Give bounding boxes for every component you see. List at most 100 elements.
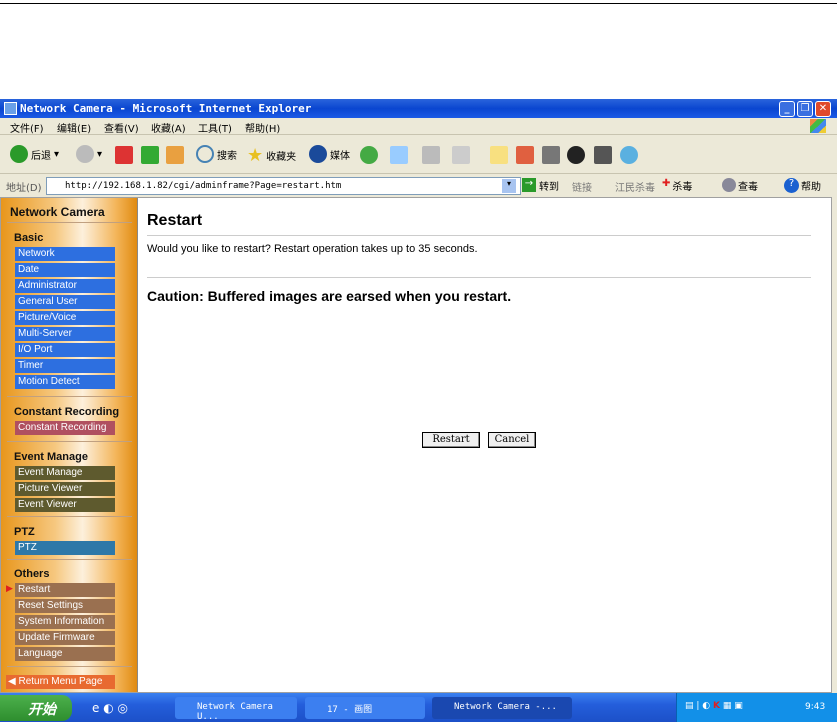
- check-label: 查毒: [738, 182, 758, 193]
- mail-icon[interactable]: [390, 146, 408, 164]
- kill-virus-button[interactable]: ✚ 杀毒: [662, 178, 692, 193]
- divider: [7, 559, 132, 560]
- close-button[interactable]: ✕: [815, 101, 831, 117]
- section-constant-recording: Constant Recording: [14, 406, 120, 418]
- sidebar-item-update-firmware[interactable]: Update Firmware: [15, 631, 115, 645]
- go-button[interactable]: → 转到: [522, 178, 559, 193]
- favorites-button[interactable]: ★ 收藏夹: [247, 145, 296, 166]
- minimize-button[interactable]: _: [779, 101, 795, 117]
- check-virus-button[interactable]: 查毒: [722, 178, 758, 193]
- sidebar-item-reset-settings[interactable]: Reset Settings: [15, 599, 115, 613]
- sidebar-item-constant-recording[interactable]: Constant Recording: [15, 421, 115, 435]
- sidebar-item-event-viewer[interactable]: Event Viewer: [15, 498, 115, 512]
- quick-launch-icons[interactable]: e ◐ ◎: [92, 701, 128, 715]
- sidebar-item-motion-detect[interactable]: Motion Detect: [15, 375, 115, 389]
- task-label: Network Camera U...: [197, 702, 273, 722]
- divider: [7, 666, 132, 667]
- clock: 9:43: [805, 702, 826, 712]
- print-icon[interactable]: [422, 146, 440, 164]
- start-button[interactable]: 开始: [0, 695, 72, 721]
- home-icon[interactable]: [166, 146, 184, 164]
- plugin-icon[interactable]: [594, 146, 612, 164]
- sidebar-item-restart[interactable]: Restart: [15, 583, 115, 597]
- task-paint[interactable]: 17 - 画图: [305, 697, 425, 719]
- messenger-icon[interactable]: [542, 146, 560, 164]
- task-network-camera-word[interactable]: Network Camera U...: [175, 697, 297, 722]
- active-marker-icon: ▶: [6, 584, 13, 594]
- sidebar-item-timer[interactable]: Timer: [15, 359, 115, 373]
- sidebar-item-event-manage[interactable]: Event Manage: [15, 466, 115, 480]
- jiangmin-label[interactable]: 江民杀毒: [615, 179, 655, 194]
- sidebar-item-network[interactable]: Network: [15, 247, 115, 261]
- sidebar-item-multi-server[interactable]: Multi-Server: [15, 327, 115, 341]
- return-menu-button[interactable]: ◀ Return Menu Page: [6, 675, 115, 689]
- sidebar-item-general-user[interactable]: General User: [15, 295, 115, 309]
- system-tray: ▤ | ◐ K ▦ ▣ 9:43: [676, 693, 837, 722]
- msn-icon[interactable]: [620, 146, 638, 164]
- address-bar: 地址(D) http://192.168.1.82/cgi/adminframe…: [0, 175, 837, 197]
- links-label[interactable]: 链接: [572, 179, 592, 194]
- menu-edit[interactable]: 编辑(E): [57, 120, 91, 135]
- refresh-icon[interactable]: [141, 146, 159, 164]
- sidebar-item-administrator[interactable]: Administrator: [15, 279, 115, 293]
- help-label: 帮助: [801, 182, 821, 193]
- section-others: Others: [14, 568, 50, 580]
- red-cross-icon: ✚: [662, 178, 671, 189]
- start-label: 开始: [28, 702, 56, 718]
- history-icon[interactable]: [360, 146, 378, 164]
- menu-view[interactable]: 查看(V): [104, 120, 139, 135]
- fullscreen-icon[interactable]: [452, 146, 470, 164]
- restart-question: Would you like to restart? Restart opera…: [147, 243, 478, 255]
- address-dropdown-icon[interactable]: ▾: [502, 179, 516, 193]
- task-label: Network Camera -...: [454, 702, 557, 712]
- go-label: 转到: [539, 182, 559, 193]
- forward-button[interactable]: ▾: [76, 145, 102, 163]
- address-label: 地址(D): [6, 183, 42, 194]
- browser-window: Network Camera - Microsoft Internet Expl…: [0, 99, 837, 722]
- sidebar-title: Network Camera: [10, 205, 105, 219]
- star-icon: ★: [247, 145, 264, 166]
- menu-help[interactable]: 帮助(H): [245, 120, 280, 135]
- address-url: http://192.168.1.82/cgi/adminframe?Page=…: [65, 181, 342, 191]
- back-button[interactable]: 后退 ▾: [10, 145, 59, 163]
- task-network-camera-ie[interactable]: Network Camera -...: [432, 697, 572, 719]
- sidebar-item-ptz[interactable]: PTZ: [15, 541, 115, 555]
- stop-icon[interactable]: [115, 146, 133, 164]
- notes-icon[interactable]: [490, 146, 508, 164]
- help-button[interactable]: ? 帮助: [784, 178, 821, 193]
- restore-button[interactable]: ❐: [797, 101, 813, 117]
- address-input[interactable]: http://192.168.1.82/cgi/adminframe?Page=…: [46, 177, 521, 195]
- back-arrow-icon: [10, 145, 28, 163]
- task-label: 17 - 画图: [327, 705, 373, 715]
- menu-file[interactable]: 文件(F): [10, 120, 44, 135]
- section-event-manage: Event Manage: [14, 451, 88, 463]
- taskbar: 开始 e ◐ ◎ Network Camera U... 17 - 画图 Net…: [0, 693, 837, 722]
- section-basic: Basic: [14, 232, 44, 244]
- cancel-button[interactable]: Cancel: [488, 432, 536, 448]
- sidebar-item-system-information[interactable]: System Information: [15, 615, 115, 629]
- windows-logo-icon: [810, 119, 826, 133]
- page-content: Network Camera Basic Network Date Admini…: [0, 197, 832, 693]
- tool-icon[interactable]: [516, 146, 534, 164]
- sidebar-item-date[interactable]: Date: [15, 263, 115, 277]
- go-arrow-icon: →: [522, 178, 536, 192]
- sidebar-item-io-port[interactable]: I/O Port: [15, 343, 115, 357]
- title-bar: Network Camera - Microsoft Internet Expl…: [0, 99, 837, 118]
- sidebar-item-picture-voice[interactable]: Picture/Voice: [15, 311, 115, 325]
- search-button[interactable]: 搜索: [196, 145, 237, 163]
- sidebar-item-language[interactable]: Language: [15, 647, 115, 661]
- divider: [7, 441, 132, 442]
- menu-tools[interactable]: 工具(T): [198, 120, 232, 135]
- menu-favorites[interactable]: 收藏(A): [151, 120, 186, 135]
- divider: [147, 235, 811, 236]
- search-icon: [196, 145, 214, 163]
- tray-icons[interactable]: ▤ | ◐ K ▦ ▣: [685, 701, 743, 711]
- kill-label: 杀毒: [672, 182, 693, 193]
- favorites-label: 收藏夹: [266, 152, 297, 163]
- sidebar-item-picture-viewer[interactable]: Picture Viewer: [15, 482, 115, 496]
- media-button[interactable]: 媒体: [309, 145, 350, 163]
- media-icon: [309, 145, 327, 163]
- qq-icon[interactable]: [567, 146, 585, 164]
- restart-button[interactable]: Restart: [422, 432, 480, 448]
- window-title: Network Camera - Microsoft Internet Expl…: [20, 102, 312, 115]
